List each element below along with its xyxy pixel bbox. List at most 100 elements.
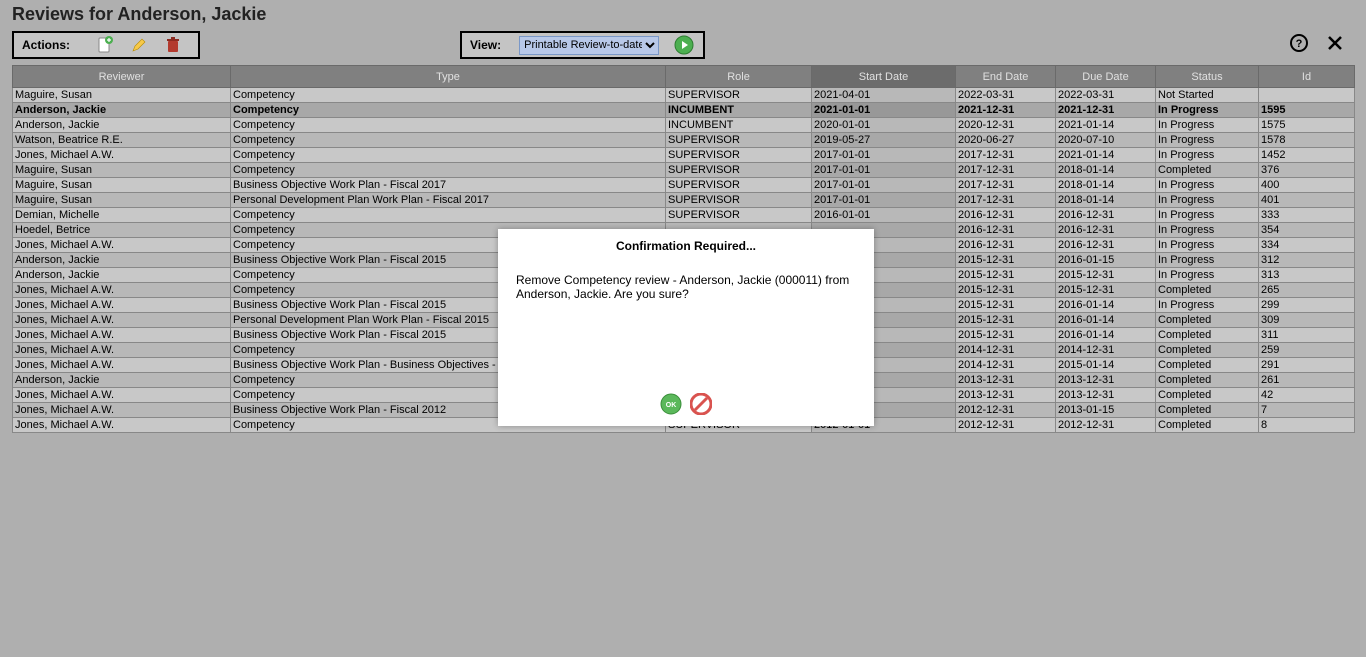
cell-start: 2017-01-01 [812, 193, 956, 208]
cell-status: Completed [1156, 388, 1259, 403]
cell-reviewer: Jones, Michael A.W. [13, 148, 231, 163]
cell-end: 2014-12-31 [956, 358, 1056, 373]
table-row[interactable]: Maguire, SusanPersonal Development Plan … [13, 193, 1355, 208]
cell-reviewer: Watson, Beatrice R.E. [13, 133, 231, 148]
cell-id: 376 [1259, 163, 1355, 178]
table-row[interactable]: Jones, Michael A.W.CompetencySUPERVISOR2… [13, 148, 1355, 163]
delete-button[interactable] [162, 34, 184, 56]
page-plus-icon [96, 36, 114, 54]
cell-status: Completed [1156, 343, 1259, 358]
column-header[interactable]: Reviewer [13, 66, 231, 88]
table-row[interactable]: Maguire, SusanCompetencySUPERVISOR2021-0… [13, 88, 1355, 103]
cell-end: 2015-12-31 [956, 298, 1056, 313]
table-row[interactable]: Anderson, JackieCompetencyINCUMBENT2020-… [13, 118, 1355, 133]
cell-status: Completed [1156, 313, 1259, 328]
cell-end: 2012-12-31 [956, 418, 1056, 433]
cell-id: 1578 [1259, 133, 1355, 148]
cell-id: 299 [1259, 298, 1355, 313]
table-row[interactable]: Demian, MichelleCompetencySUPERVISOR2016… [13, 208, 1355, 223]
cell-end: 2015-12-31 [956, 328, 1056, 343]
cell-type: Competency [231, 103, 666, 118]
view-select[interactable]: Printable Review-to-date [519, 36, 659, 55]
cell-due: 2013-12-31 [1056, 373, 1156, 388]
cell-id: 7 [1259, 403, 1355, 418]
cell-status: Completed [1156, 328, 1259, 343]
column-header[interactable]: Id [1259, 66, 1355, 88]
cell-due: 2016-01-14 [1056, 298, 1156, 313]
column-header[interactable]: Start Date [812, 66, 956, 88]
cell-status: In Progress [1156, 133, 1259, 148]
cell-reviewer: Jones, Michael A.W. [13, 403, 231, 418]
cell-type: Competency [231, 118, 666, 133]
cell-role: INCUMBENT [666, 103, 812, 118]
table-row[interactable]: Maguire, SusanCompetencySUPERVISOR2017-0… [13, 163, 1355, 178]
edit-button[interactable] [128, 34, 150, 56]
close-button[interactable] [1326, 34, 1344, 57]
toolbar: Actions: View: Printable Review-to-date [0, 31, 1366, 65]
actions-label: Actions: [22, 38, 70, 52]
cell-start: 2016-01-01 [812, 208, 956, 223]
cell-due: 2016-12-31 [1056, 238, 1156, 253]
cell-due: 2016-01-14 [1056, 313, 1156, 328]
cell-reviewer: Jones, Michael A.W. [13, 298, 231, 313]
cell-reviewer: Jones, Michael A.W. [13, 343, 231, 358]
cell-reviewer: Demian, Michelle [13, 208, 231, 223]
table-row[interactable]: Maguire, SusanBusiness Objective Work Pl… [13, 178, 1355, 193]
add-button[interactable] [94, 34, 116, 56]
cell-role: SUPERVISOR [666, 88, 812, 103]
ok-button[interactable]: OK [660, 393, 682, 418]
column-header[interactable]: Status [1156, 66, 1259, 88]
actions-panel: Actions: [12, 31, 200, 59]
column-header[interactable]: Type [231, 66, 666, 88]
cell-type: Competency [231, 208, 666, 223]
cell-end: 2020-12-31 [956, 118, 1056, 133]
cell-due: 2016-12-31 [1056, 223, 1156, 238]
cell-due: 2018-01-14 [1056, 163, 1156, 178]
cell-id: 1575 [1259, 118, 1355, 133]
cell-status: In Progress [1156, 118, 1259, 133]
cell-status: In Progress [1156, 298, 1259, 313]
page-title: Reviews for Anderson, Jackie [0, 0, 1366, 31]
cell-role: SUPERVISOR [666, 163, 812, 178]
cell-end: 2014-12-31 [956, 343, 1056, 358]
cell-start: 2021-04-01 [812, 88, 956, 103]
cell-id: 313 [1259, 268, 1355, 283]
cell-end: 2020-06-27 [956, 133, 1056, 148]
cell-due: 2015-12-31 [1056, 268, 1156, 283]
cell-end: 2016-12-31 [956, 238, 1056, 253]
cell-due: 2014-12-31 [1056, 343, 1156, 358]
cell-type: Competency [231, 163, 666, 178]
cell-id: 354 [1259, 223, 1355, 238]
cell-end: 2015-12-31 [956, 313, 1056, 328]
go-button[interactable] [673, 34, 695, 56]
column-header[interactable]: End Date [956, 66, 1056, 88]
cell-due: 2021-01-14 [1056, 148, 1156, 163]
dialog-title: Confirmation Required... [498, 229, 874, 273]
cell-due: 2021-12-31 [1056, 103, 1156, 118]
cell-reviewer: Jones, Michael A.W. [13, 388, 231, 403]
column-header[interactable]: Role [666, 66, 812, 88]
cell-start: 2017-01-01 [812, 163, 956, 178]
cell-type: Personal Development Plan Work Plan - Fi… [231, 193, 666, 208]
cell-due: 2013-12-31 [1056, 388, 1156, 403]
cell-end: 2016-12-31 [956, 223, 1056, 238]
cell-end: 2017-12-31 [956, 193, 1056, 208]
help-button[interactable]: ? [1290, 34, 1308, 57]
cell-status: Completed [1156, 403, 1259, 418]
cell-reviewer: Maguire, Susan [13, 163, 231, 178]
cell-status: In Progress [1156, 223, 1259, 238]
table-row[interactable]: Watson, Beatrice R.E.CompetencySUPERVISO… [13, 133, 1355, 148]
cell-status: Completed [1156, 163, 1259, 178]
cell-due: 2013-01-15 [1056, 403, 1156, 418]
column-header[interactable]: Due Date [1056, 66, 1156, 88]
cell-reviewer: Jones, Michael A.W. [13, 283, 231, 298]
cell-end: 2015-12-31 [956, 268, 1056, 283]
cell-type: Competency [231, 148, 666, 163]
cancel-button[interactable] [690, 393, 712, 418]
cell-id: 401 [1259, 193, 1355, 208]
cell-status: In Progress [1156, 268, 1259, 283]
cell-id: 259 [1259, 343, 1355, 358]
cancel-circle-icon [690, 393, 712, 415]
table-row[interactable]: Anderson, JackieCompetencyINCUMBENT2021-… [13, 103, 1355, 118]
cell-status: In Progress [1156, 178, 1259, 193]
